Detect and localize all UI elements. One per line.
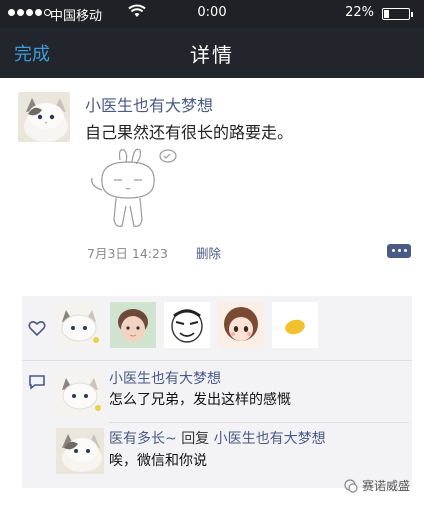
reply-header: 医有多长~ 回复 小医生也有大梦想 <box>109 428 326 448</box>
delete-button[interactable]: 删除 <box>196 243 221 262</box>
comment-divider <box>109 422 409 423</box>
comment-bubble-icon <box>29 375 45 390</box>
comment-author-name[interactable]: 小医生也有大梦想 <box>109 368 221 388</box>
comment-author-avatar[interactable] <box>56 428 104 474</box>
watermark: 赛诺威盛 <box>344 477 410 494</box>
battery-icon <box>382 8 413 20</box>
yellow-bean-avatar-image <box>272 302 318 348</box>
liker-avatar-cat[interactable] <box>56 302 102 348</box>
post-timestamp: 7月3日 14:23 <box>87 246 168 261</box>
battery-percentage: 22% <box>345 5 374 20</box>
reply-word: 回复 <box>181 431 210 447</box>
watermark-text: 赛诺威盛 <box>361 479 410 493</box>
reply-author-name[interactable]: 医有多长~ <box>109 431 177 447</box>
wechat-logo-icon <box>344 478 358 493</box>
anime-girl-avatar-image <box>218 302 264 348</box>
comment-author-avatar[interactable] <box>56 370 104 416</box>
status-bar: 中国移动 0:00 22% <box>0 0 424 28</box>
reply-text: 唉，微信和你说 <box>109 453 207 469</box>
heart-icon <box>28 321 46 336</box>
battery-level <box>384 10 389 18</box>
interaction-panel: 小医生也有大梦想 怎么了兄弟，发出这样的感慨 医有多长~ 回复 小医生也有大梦想… <box>22 296 412 488</box>
post-author-name[interactable]: 小医生也有大梦想 <box>85 92 213 116</box>
cat-avatar-image <box>18 92 70 142</box>
post-author-avatar[interactable] <box>18 92 70 142</box>
cat-avatar-image <box>56 428 104 474</box>
child-avatar-image <box>110 302 156 348</box>
likes-divider <box>22 360 412 361</box>
liker-avatar-anime-girl[interactable] <box>218 302 264 348</box>
liker-avatar-child[interactable] <box>110 302 156 348</box>
post-text: 自己果然还有很长的路要走。 <box>85 123 294 142</box>
page-title: 详情 <box>190 43 234 67</box>
rabbit-sticker-image[interactable] <box>82 146 192 238</box>
reply-target-name[interactable]: 小医生也有大梦想 <box>214 431 326 447</box>
liker-avatar-yellow-bean[interactable] <box>272 302 318 348</box>
meme-face-avatar-image <box>164 302 210 348</box>
likes-row <box>22 296 412 358</box>
cat-avatar-image <box>56 302 102 348</box>
liker-avatar-meme-face[interactable] <box>164 302 210 348</box>
comment-text: 怎么了兄弟，发出这样的感慨 <box>109 392 291 408</box>
comment-menu-button[interactable] <box>387 244 411 258</box>
navigation-bar: 完成 详情 <box>0 28 424 78</box>
cat-avatar-image <box>56 370 104 416</box>
